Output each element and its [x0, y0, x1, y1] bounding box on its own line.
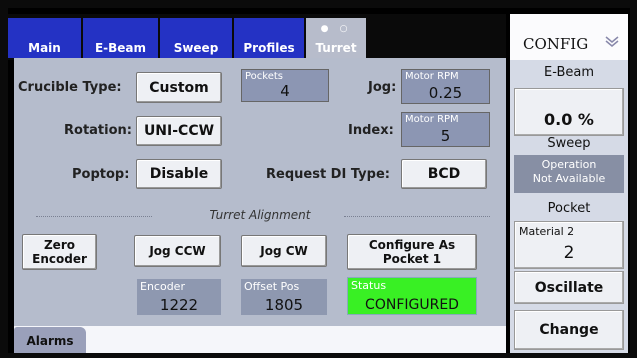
status-value: CONFIGURED: [365, 297, 459, 313]
pockets-value: 4: [280, 82, 290, 100]
oscillate-button[interactable]: Oscillate: [514, 271, 624, 304]
configure-as-pocket-button[interactable]: Configure As Pocket 1: [347, 234, 477, 270]
change-button[interactable]: Change: [514, 310, 624, 350]
pocket-material-button[interactable]: Material 2 2: [514, 221, 624, 269]
request-di-type-button[interactable]: BCD: [401, 159, 487, 189]
config-header[interactable]: CONFIG: [510, 14, 628, 60]
config-panel: CONFIG E-Beam 0.0 % Sweep Operation Not …: [510, 14, 628, 353]
poptop-button[interactable]: Disable: [136, 159, 222, 189]
jog-ccw-button[interactable]: Jog CCW: [134, 235, 221, 267]
crucible-type-button[interactable]: Custom: [136, 72, 222, 103]
tab-label: Profiles: [243, 41, 295, 55]
offset-pos-field: Offset Pos 1805: [241, 279, 327, 315]
jog-label: Jog:: [368, 80, 397, 95]
bottom-strip: [14, 326, 506, 353]
index-label: Index:: [348, 123, 394, 138]
tab-turret[interactable]: ● ○ Turret: [306, 18, 366, 58]
offset-pos-caption: Offset Pos: [244, 280, 300, 293]
jog-cw-button[interactable]: Jog CW: [241, 235, 327, 267]
config-title: CONFIG: [523, 35, 589, 53]
tab-label: Sweep: [173, 41, 219, 55]
tab-main[interactable]: Main: [8, 18, 81, 58]
crucible-type-label: Crucible Type:: [18, 80, 122, 95]
zero-encoder-button[interactable]: Zero Encoder: [22, 234, 97, 270]
status-caption: Status: [351, 279, 387, 292]
ebeam-power-value[interactable]: 0.0 %: [514, 88, 624, 136]
rotation-button[interactable]: UNI-CCW: [136, 116, 222, 146]
alarms-tab[interactable]: Alarms: [14, 327, 86, 353]
offset-pos-value: 1805: [264, 296, 304, 314]
chevron-down-icon: [605, 36, 619, 47]
pockets-field: Pockets 4: [241, 69, 329, 102]
tab-sweep[interactable]: Sweep: [160, 18, 232, 58]
index-rpm-value: 5: [440, 127, 451, 145]
jog-rpm-caption: Motor RPM: [405, 71, 459, 82]
jog-rpm-field[interactable]: Motor RPM 0.25: [401, 69, 490, 104]
index-rpm-field[interactable]: Motor RPM 5: [401, 112, 490, 147]
turret-panel: Crucible Type: Custom Pockets 4 Jog: Mot…: [14, 58, 506, 326]
encoder-caption: Encoder: [140, 280, 185, 293]
status-field: Status CONFIGURED: [347, 277, 477, 315]
tab-label: E-Beam: [94, 41, 147, 55]
tab-label: Turret: [315, 41, 357, 55]
jog-rpm-value: 0.25: [428, 84, 463, 102]
tab-profiles[interactable]: Profiles: [234, 18, 304, 58]
material-caption: Material 2: [519, 225, 575, 238]
tab-ebeam[interactable]: E-Beam: [83, 18, 158, 58]
sweep-title: Sweep: [547, 136, 591, 151]
poptop-label: Poptop:: [72, 167, 130, 182]
rotation-label: Rotation:: [64, 123, 132, 138]
encoder-value: 1222: [159, 296, 199, 314]
material-value: 2: [563, 243, 575, 263]
pocket-title: Pocket: [547, 201, 591, 216]
request-di-type-label: Request DI Type:: [266, 167, 390, 182]
pockets-caption: Pockets: [245, 71, 284, 82]
tab-bar: Main E-Beam Sweep Profiles ● ○ Turret: [8, 14, 506, 60]
ebeam-title: E-Beam: [544, 65, 594, 80]
index-rpm-caption: Motor RPM: [405, 114, 459, 125]
page-indicator: ● ○: [320, 24, 352, 34]
turret-alignment-title: Turret Alignment: [209, 208, 311, 222]
encoder-field: Encoder 1222: [137, 279, 221, 315]
divider-right: [344, 216, 490, 217]
sweep-status: Operation Not Available: [514, 155, 624, 193]
tab-label: Main: [28, 41, 61, 55]
